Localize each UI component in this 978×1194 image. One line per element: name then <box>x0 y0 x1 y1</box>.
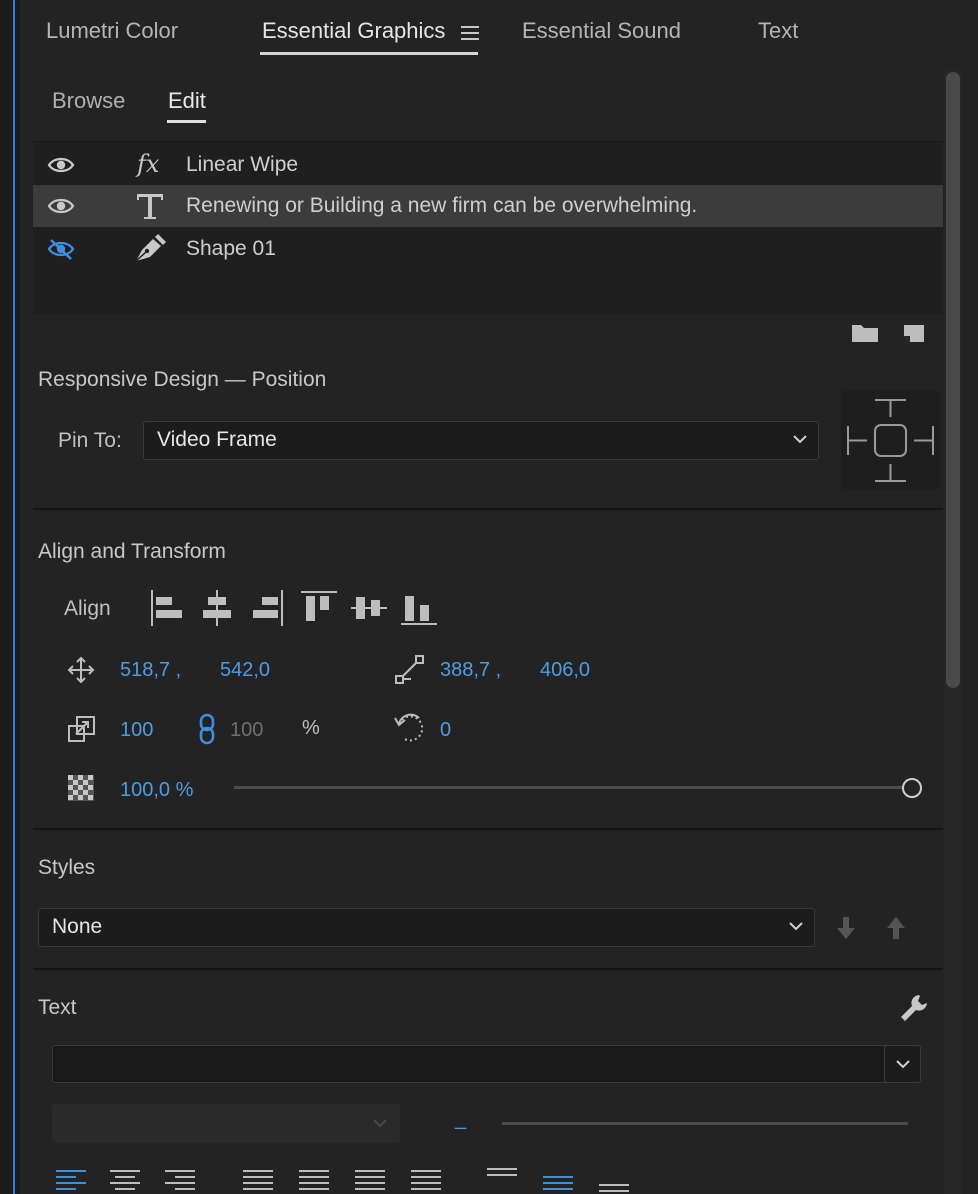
text-section-title: Text <box>38 996 77 1019</box>
wrench-icon[interactable] <box>899 993 929 1023</box>
font-size-value[interactable]: _ <box>455 1108 466 1131</box>
panel-focus-border <box>13 0 15 1194</box>
tab-lumetri-color[interactable]: Lumetri Color <box>46 18 178 44</box>
new-group-folder-icon[interactable] <box>851 322 879 344</box>
align-right-icon[interactable] <box>250 589 284 627</box>
layer-list: fx Linear Wipe Renewing or Building a ne… <box>33 141 943 314</box>
styles-dropdown[interactable]: None <box>38 908 815 947</box>
font-size-slider-track[interactable] <box>502 1122 908 1125</box>
push-style-up-arrow-icon[interactable] <box>884 915 908 941</box>
text-align-left-icon[interactable] <box>56 1168 88 1194</box>
align-left-icon[interactable] <box>150 589 184 627</box>
justify-last-center-icon[interactable] <box>299 1168 331 1194</box>
layer-name: Linear Wipe <box>186 153 299 176</box>
justify-last-left-icon[interactable] <box>243 1168 275 1194</box>
chevron-down-icon <box>372 1117 388 1129</box>
subtab-browse[interactable]: Browse <box>52 88 125 114</box>
font-family-dropdown-button[interactable] <box>884 1045 921 1083</box>
position-move-icon <box>67 656 95 684</box>
panel-menu-icon[interactable] <box>461 26 479 40</box>
layer-name: Shape 01 <box>186 237 276 260</box>
subtab-edit[interactable]: Edit <box>168 88 206 114</box>
scale-percent-label: % <box>302 717 320 739</box>
align-text-top-icon[interactable] <box>487 1166 519 1190</box>
pin-to-label: Pin To: <box>58 429 122 452</box>
align-horizontal-center-icon[interactable] <box>200 589 234 627</box>
position-x-value[interactable]: 518,7 , <box>120 659 181 682</box>
active-tab-indicator <box>260 52 478 55</box>
pen-icon <box>133 234 167 264</box>
section-divider <box>33 828 943 830</box>
opacity-checker-icon <box>68 775 94 801</box>
anchor-x-value[interactable]: 388,7 , <box>440 659 501 682</box>
align-text-bottom-icon[interactable] <box>599 1170 631 1194</box>
justify-all-icon[interactable] <box>411 1168 443 1194</box>
anchor-y-value[interactable]: 406,0 <box>540 659 590 682</box>
layer-row-selected[interactable]: Renewing or Building a new firm can be o… <box>33 185 943 227</box>
position-y-value[interactable]: 542,0 <box>220 659 270 682</box>
responsive-design-title: Responsive Design — Position <box>38 368 327 391</box>
active-subtab-indicator <box>167 120 206 123</box>
eye-icon[interactable] <box>47 195 75 217</box>
layer-row[interactable]: fx Linear Wipe <box>33 144 943 186</box>
opacity-value[interactable]: 100,0 % <box>120 779 193 802</box>
opacity-slider-track[interactable] <box>234 786 910 789</box>
eye-hidden-icon[interactable] <box>47 238 75 260</box>
pin-to-value: Video Frame <box>157 428 277 451</box>
text-align-center-icon[interactable] <box>110 1168 142 1194</box>
scale-value[interactable]: 100 <box>120 719 153 742</box>
opacity-slider-handle[interactable] <box>902 778 922 798</box>
styles-value: None <box>52 915 103 938</box>
section-divider <box>33 968 943 970</box>
styles-title: Styles <box>38 856 96 879</box>
pin-to-dropdown[interactable]: Video Frame <box>143 421 819 460</box>
anchor-point-icon <box>394 654 426 686</box>
align-bottom-icon[interactable] <box>400 589 438 627</box>
scale-icon <box>67 714 97 744</box>
chevron-down-icon <box>895 1058 911 1070</box>
new-layer-icon[interactable] <box>902 320 926 344</box>
eye-icon[interactable] <box>47 154 75 176</box>
push-style-down-arrow-icon[interactable] <box>834 915 858 941</box>
rotation-icon <box>393 710 427 746</box>
tab-text[interactable]: Text <box>758 18 798 44</box>
scale-linked-value[interactable]: 100 <box>230 719 263 742</box>
font-style-dropdown-disabled[interactable] <box>52 1104 400 1143</box>
fx-icon: fx <box>133 150 167 180</box>
panel-scrollbar-thumb[interactable] <box>946 72 960 688</box>
tab-essential-graphics[interactable]: Essential Graphics <box>262 18 445 44</box>
left-panel-edge <box>0 0 20 1194</box>
align-top-icon[interactable] <box>300 589 338 627</box>
pin-edges-widget[interactable] <box>841 391 940 489</box>
tab-essential-sound[interactable]: Essential Sound <box>522 18 681 44</box>
chevron-down-icon <box>788 920 804 932</box>
chevron-down-icon <box>792 433 808 445</box>
align-text-center-icon[interactable] <box>543 1170 575 1194</box>
text-align-right-icon[interactable] <box>165 1168 197 1194</box>
align-vertical-center-icon[interactable] <box>350 589 388 627</box>
align-transform-title: Align and Transform <box>38 540 226 563</box>
layer-row[interactable]: Shape 01 <box>33 228 943 270</box>
layer-name: Renewing or Building a new firm can be o… <box>186 194 698 217</box>
align-label: Align <box>64 597 111 620</box>
link-chain-icon[interactable] <box>197 713 217 745</box>
svg-text:fx: fx <box>135 150 160 178</box>
justify-last-right-icon[interactable] <box>355 1168 387 1194</box>
text-tool-icon <box>133 191 167 221</box>
font-family-field[interactable] <box>52 1045 885 1083</box>
section-divider <box>33 508 943 510</box>
rotation-value[interactable]: 0 <box>440 719 451 742</box>
